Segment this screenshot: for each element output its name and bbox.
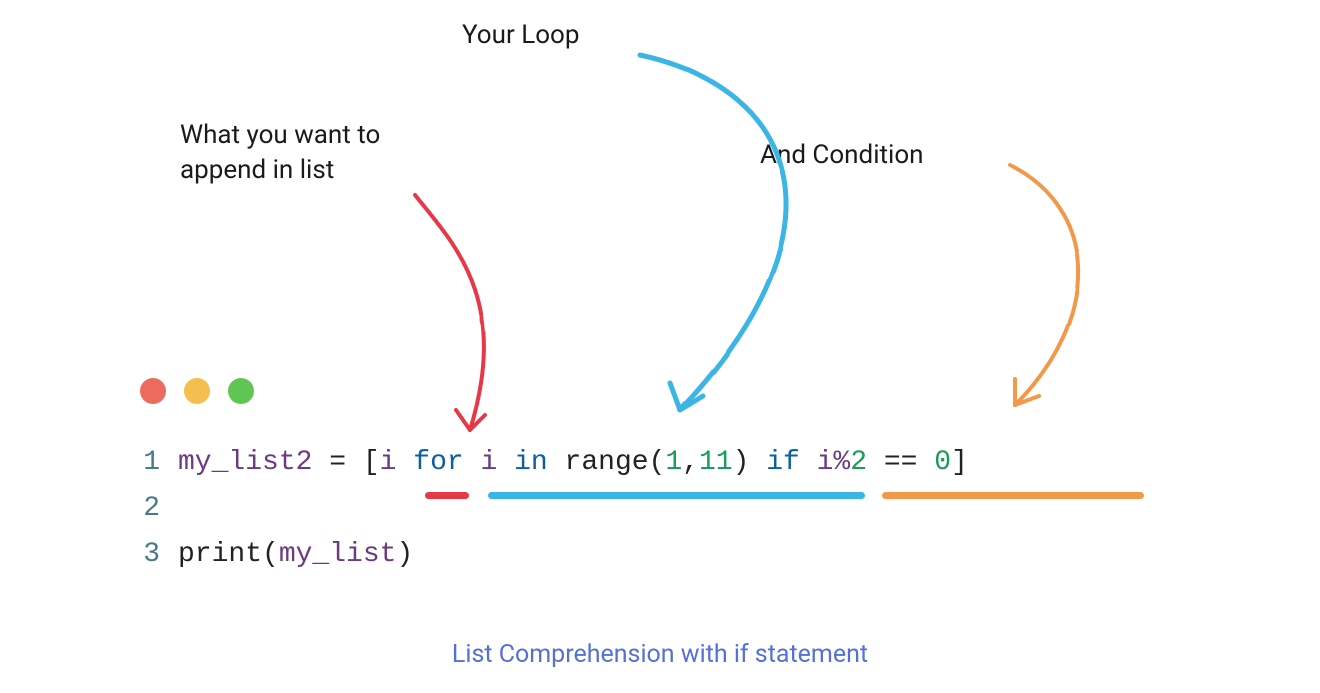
tok-assign: =	[312, 447, 362, 478]
tok-num11: 11	[699, 447, 733, 478]
lineno-2: 2	[120, 486, 178, 532]
lineno-1: 1	[120, 440, 178, 486]
label-your-loop: Your Loop	[462, 18, 579, 53]
label-append-line1: What you want to	[180, 120, 380, 150]
tok-i1: i	[380, 447, 414, 478]
tok-arg: my_list	[279, 539, 397, 570]
dot-green-icon	[228, 378, 254, 404]
label-append-line2: append in list	[180, 155, 334, 185]
tok-rparen: )	[733, 447, 750, 478]
tok-print: print	[178, 539, 262, 570]
tok-rbrack: ]	[951, 447, 968, 478]
tok-eq: ==	[867, 447, 934, 478]
underline-append	[425, 492, 469, 499]
tok-i2: i	[464, 447, 514, 478]
lineno-3: 3	[120, 532, 178, 578]
arrow-loop-path	[640, 55, 786, 410]
arrow-condition-path	[1010, 165, 1078, 405]
arrows-overlay	[0, 0, 1320, 693]
tok-for: for	[413, 447, 463, 478]
tok-var: my_list2	[178, 447, 312, 478]
tok-comma: ,	[682, 447, 699, 478]
code-block: 1 my_list2 = [i for i in range(1,11) if …	[120, 440, 968, 578]
tok-sp2	[749, 447, 766, 478]
tok-num2: 2	[850, 447, 867, 478]
arrow-loop-head	[670, 383, 703, 410]
tok-lbrack: [	[363, 447, 380, 478]
code-line-1: 1 my_list2 = [i for i in range(1,11) if …	[120, 440, 968, 486]
underline-loop	[488, 492, 865, 499]
caption: List Comprehension with if statement	[0, 640, 1320, 669]
tok-num0: 0	[934, 447, 951, 478]
tok-in: in	[514, 447, 548, 478]
arrow-condition-head	[1015, 379, 1039, 405]
tok-sp1	[548, 447, 565, 478]
window-dots	[140, 378, 254, 404]
arrow-append-head	[456, 410, 485, 430]
underline-condition	[882, 492, 1144, 499]
tok-mod: i%	[800, 447, 850, 478]
dot-yellow-icon	[184, 378, 210, 404]
tok-if: if	[766, 447, 800, 478]
tok-lparen: (	[649, 447, 666, 478]
tok-rparen3: )	[396, 539, 413, 570]
label-append: What you want to append in list	[180, 118, 380, 188]
tok-lparen3: (	[262, 539, 279, 570]
arrow-append-path	[415, 195, 484, 430]
tok-range: range	[565, 447, 649, 478]
code-line-3: 3 print(my_list)	[120, 532, 968, 578]
tok-num1: 1	[665, 447, 682, 478]
label-condition: And Condition	[760, 138, 924, 173]
dot-red-icon	[140, 378, 166, 404]
